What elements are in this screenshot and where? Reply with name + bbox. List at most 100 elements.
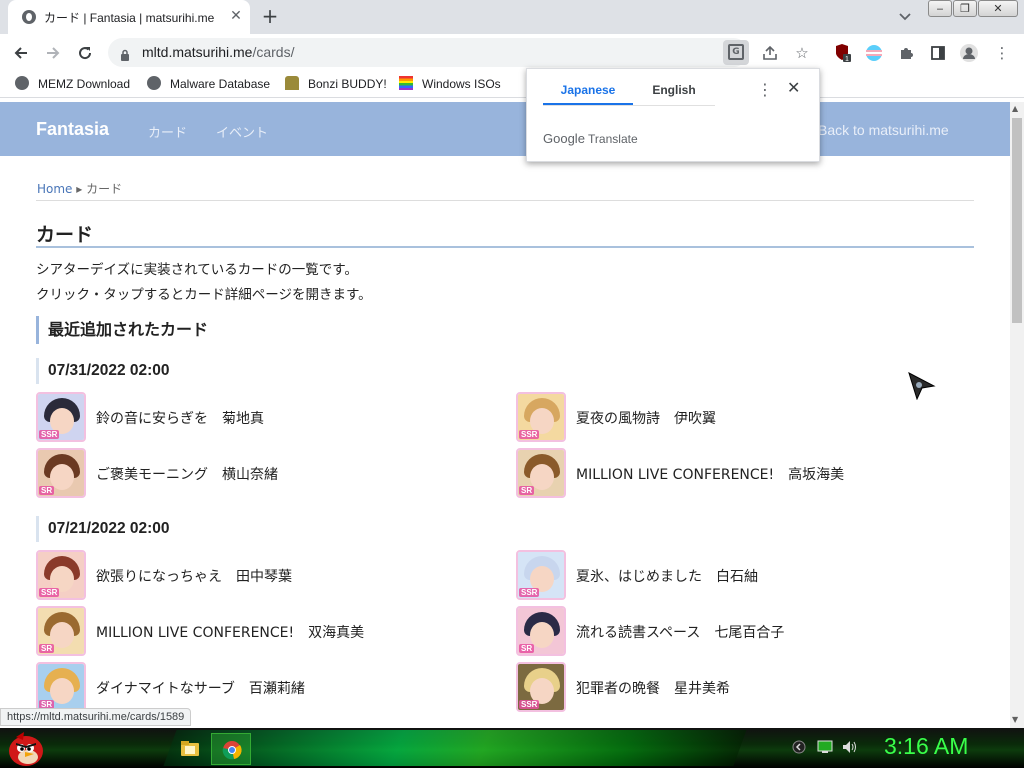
- rarity-badge: SR: [39, 644, 55, 653]
- rarity-badge: SR: [519, 644, 535, 653]
- forward-button[interactable]: [40, 40, 66, 66]
- card-thumbnail[interactable]: SSR: [516, 392, 566, 442]
- card-thumbnail[interactable]: SSR: [36, 550, 86, 600]
- bookmark-label: Malware Database: [170, 77, 271, 91]
- breadcrumb-home[interactable]: Home: [37, 182, 72, 196]
- card-title-link[interactable]: MILLION LIVE CONFERENCE! 高坂海美: [576, 464, 844, 484]
- maximize-button[interactable]: ❐: [953, 0, 977, 17]
- side-panel-icon[interactable]: [927, 42, 949, 64]
- bookmark-label: Bonzi BUDDY!: [308, 77, 387, 91]
- puzzle-icon[interactable]: [895, 42, 917, 64]
- web-page: Fantasia カード イベント Back to matsurihi.me H…: [0, 102, 1010, 728]
- tab-divider: [543, 105, 715, 106]
- file-explorer-icon[interactable]: [170, 733, 210, 765]
- share-icon[interactable]: [759, 42, 781, 64]
- breadcrumb-current: カード: [86, 182, 123, 196]
- network-icon[interactable]: [817, 740, 833, 758]
- rarity-badge: SSR: [39, 588, 60, 597]
- bookmark-windows-isos[interactable]: Windows ISOs: [399, 76, 501, 92]
- back-to-matsurihi-link[interactable]: Back to matsurihi.me: [818, 122, 949, 138]
- window-close-button[interactable]: ✕: [978, 0, 1018, 17]
- google-translate-logo: Google Translate: [543, 131, 638, 146]
- card-thumbnail[interactable]: SR: [516, 606, 566, 656]
- card-thumbnail[interactable]: SSR: [516, 662, 566, 712]
- translate-popup: Japanese English ⋮ ✕ Google Translate: [526, 68, 820, 162]
- card-title-link[interactable]: 夏夜の風物詩 伊吹翼: [576, 408, 716, 428]
- card-list-item[interactable]: SSR 欲張りになっちゃえ 田中琴葉: [36, 550, 496, 600]
- close-icon[interactable]: ✕: [226, 6, 246, 26]
- rarity-badge: SSR: [519, 588, 540, 597]
- divider: [36, 200, 974, 201]
- globe-icon: [15, 76, 29, 90]
- card-title-link[interactable]: ご褒美モーニング 横山奈緒: [96, 464, 278, 484]
- card-title-link[interactable]: 夏氷、はじめました 白石紬: [576, 566, 758, 586]
- card-thumbnail[interactable]: SR: [36, 448, 86, 498]
- card-thumbnail[interactable]: SR: [516, 448, 566, 498]
- reload-button[interactable]: [72, 40, 98, 66]
- translate-button[interactable]: G: [723, 40, 749, 65]
- scrollbar-thumb[interactable]: [1012, 118, 1022, 323]
- new-tab-button[interactable]: +: [258, 5, 282, 29]
- card-title-link[interactable]: MILLION LIVE CONFERENCE! 双海真美: [96, 622, 364, 642]
- bookmark-memz[interactable]: MEMZ Download: [15, 76, 130, 92]
- chrome-taskbar-icon[interactable]: [211, 733, 251, 765]
- tab-japanese[interactable]: Japanese: [543, 83, 633, 97]
- card-title-link[interactable]: 犯罪者の晩餐 星井美希: [576, 678, 730, 698]
- card-list-item[interactable]: SR 流れる読書スペース 七尾百合子: [516, 606, 976, 656]
- bookmark-bonzi-buddy[interactable]: Bonzi BUDDY!: [285, 76, 387, 92]
- minimize-button[interactable]: ‒: [928, 0, 952, 17]
- kebab-menu-icon[interactable]: ⋮: [991, 42, 1013, 64]
- rarity-badge: SR: [39, 486, 55, 495]
- scroll-up-arrow[interactable]: ▲: [1012, 104, 1018, 113]
- bookmark-malware-database[interactable]: Malware Database: [147, 76, 270, 92]
- nav-events[interactable]: イベント: [216, 122, 268, 141]
- card-title-link[interactable]: ダイナマイトなサーブ 百瀬莉緒: [96, 678, 305, 698]
- url-text[interactable]: mltd.matsurihi.me/cards/: [142, 44, 294, 60]
- svg-text:1: 1: [845, 56, 849, 63]
- card-list-item[interactable]: SSR 夏氷、はじめました 白石紬: [516, 550, 976, 600]
- back-button[interactable]: [8, 40, 34, 66]
- card-thumbnail[interactable]: SR: [36, 662, 86, 712]
- active-tab[interactable]: カード | Fantasia | matsurihi.me ✕: [8, 0, 250, 34]
- card-list-item[interactable]: SR ダイナマイトなサーブ 百瀬莉緒: [36, 662, 496, 712]
- chevron-down-icon[interactable]: [894, 6, 916, 28]
- nav-cards[interactable]: カード: [148, 122, 187, 141]
- rarity-badge: SSR: [519, 430, 540, 439]
- extension-ublock-icon[interactable]: 1: [831, 42, 853, 64]
- card-title-link[interactable]: 欲張りになっちゃえ 田中琴葉: [96, 566, 292, 586]
- volume-icon[interactable]: [842, 740, 858, 758]
- card-list-item[interactable]: SSR 犯罪者の晩餐 星井美希: [516, 662, 976, 712]
- bookmark-label: Windows ISOs: [422, 77, 501, 91]
- card-list-item[interactable]: SSR 鈴の音に安らぎを 菊地真: [36, 392, 496, 442]
- chevron-left-icon[interactable]: [792, 740, 806, 758]
- scroll-down-arrow[interactable]: ▼: [1012, 715, 1018, 724]
- card-title-link[interactable]: 流れる読書スペース 七尾百合子: [576, 622, 784, 642]
- start-button-angry-bird-icon[interactable]: [6, 730, 46, 768]
- card-list-item[interactable]: SR ご褒美モーニング 横山奈緒: [36, 448, 496, 498]
- lock-icon[interactable]: [120, 46, 130, 61]
- card-thumbnail[interactable]: SSR: [516, 550, 566, 600]
- card-list-item[interactable]: SR MILLION LIVE CONFERENCE! 高坂海美: [516, 448, 976, 498]
- card-thumbnail[interactable]: SSR: [36, 392, 86, 442]
- site-logo[interactable]: Fantasia: [36, 119, 109, 140]
- rarity-badge: SR: [519, 486, 535, 495]
- more-options-icon[interactable]: ⋮: [757, 80, 773, 99]
- card-list-item[interactable]: SR MILLION LIVE CONFERENCE! 双海真美: [36, 606, 496, 656]
- rarity-badge: SSR: [519, 700, 540, 709]
- browser-window: カード | Fantasia | matsurihi.me ✕ + ‒ ❐ ✕ …: [0, 0, 1024, 768]
- card-thumbnail[interactable]: SR: [36, 606, 86, 656]
- date-heading: 07/21/2022 02:00: [36, 516, 436, 542]
- star-icon[interactable]: ☆: [791, 42, 813, 64]
- card-title-link[interactable]: 鈴の音に安らぎを 菊地真: [96, 408, 264, 428]
- taskbar-clock[interactable]: 3:16 AM: [884, 733, 968, 760]
- extension-flag-icon[interactable]: [863, 42, 885, 64]
- tab-english[interactable]: English: [631, 83, 717, 97]
- windows-icon: [399, 76, 413, 90]
- breadcrumb: Home ▸ カード: [37, 180, 122, 197]
- page-description-1: シアターデイズに実装されているカードの一覧です。: [36, 262, 358, 278]
- globe-icon: [22, 10, 36, 24]
- card-list-item[interactable]: SSR 夏夜の風物詩 伊吹翼: [516, 392, 976, 442]
- profile-icon[interactable]: [958, 42, 980, 64]
- date-heading: 07/31/2022 02:00: [36, 358, 436, 384]
- close-icon[interactable]: ✕: [787, 78, 800, 97]
